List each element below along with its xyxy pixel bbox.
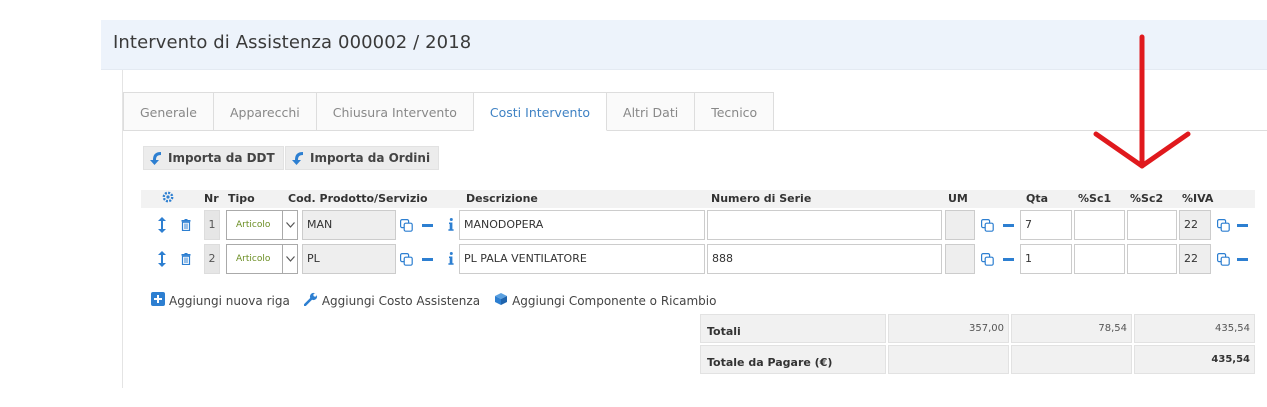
col-sc1: %Sc1 [1078, 192, 1112, 205]
import-orders-label: Importa da Ordini [310, 151, 431, 165]
copy-icon[interactable] [1217, 253, 1230, 266]
chevron-down-icon [282, 245, 297, 273]
col-um: UM [948, 192, 968, 205]
trash-icon[interactable] [181, 219, 191, 231]
col-iva: %IVA [1182, 192, 1214, 205]
col-qta: Qta [1026, 192, 1049, 205]
minus-icon[interactable] [1003, 258, 1014, 261]
pay-label: Totale da Pagare (€) [700, 345, 886, 374]
col-sc2: %Sc2 [1130, 192, 1164, 205]
add-component-label: Aggiungi Componente o Ricambio [512, 293, 717, 308]
totals-panel: Totali 357,00 78,54 435,54 Totale da Pag… [700, 314, 1255, 376]
minus-icon[interactable] [422, 224, 433, 227]
wrench-icon [303, 292, 318, 309]
col-numero-serie: Numero di Serie [711, 192, 812, 205]
iva-field[interactable]: 22 [1179, 210, 1211, 240]
table-row: 1 Articolo MAN MANODOPERA 7 22 [141, 210, 1255, 242]
row-nr: 2 [204, 244, 220, 274]
tab-altri-dati[interactable]: Altri Dati [607, 92, 696, 131]
copy-icon[interactable] [400, 219, 413, 232]
numero-serie-field[interactable]: 888 [707, 244, 942, 274]
tab-tecnico[interactable]: Tecnico [695, 92, 775, 131]
import-ddt-button[interactable]: Importa da DDT [143, 146, 284, 170]
totals-label: Totali [700, 314, 886, 343]
col-nr: Nr [204, 192, 219, 205]
pay-empty-2 [1011, 345, 1132, 374]
um-field[interactable] [945, 244, 975, 274]
minus-icon[interactable] [1237, 224, 1248, 227]
col-tipo: Tipo [228, 192, 255, 205]
add-row-label: Aggiungi nuova riga [169, 293, 290, 308]
copy-icon[interactable] [1217, 219, 1230, 232]
import-ddt-label: Importa da DDT [168, 151, 275, 165]
info-icon[interactable] [448, 218, 454, 231]
totals-iva: 78,54 [1011, 314, 1132, 343]
qta-field[interactable]: 7 [1020, 210, 1072, 240]
tipo-select-value: Articolo [236, 220, 271, 230]
tab-chiusura-intervento[interactable]: Chiusura Intervento [316, 92, 474, 131]
trash-icon[interactable] [181, 253, 191, 265]
pay-row: Totale da Pagare (€) 435,54 [700, 345, 1255, 376]
minus-icon[interactable] [1003, 224, 1014, 227]
tab-bar: Generale Apparecchi Chiusura Intervento … [123, 92, 775, 131]
updown-arrow-icon[interactable] [158, 251, 166, 267]
tab-costi-intervento[interactable]: Costi Intervento [473, 92, 608, 131]
tab-apparecchi[interactable]: Apparecchi [213, 92, 317, 131]
page-title: Intervento di Assistenza 000002 / 2018 [113, 32, 472, 53]
pay-value: 435,54 [1134, 345, 1255, 374]
curved-arrow-icon [291, 150, 305, 166]
sc2-field[interactable] [1127, 244, 1177, 274]
codice-field[interactable]: MAN [302, 210, 396, 240]
codice-field[interactable]: PL [302, 244, 396, 274]
add-service-cost-link[interactable]: Aggiungi Costo Assistenza [303, 292, 481, 309]
descrizione-field[interactable]: PL PALA VENTILATORE [459, 244, 705, 274]
copy-icon[interactable] [400, 253, 413, 266]
copy-icon[interactable] [981, 219, 994, 232]
sc2-field[interactable] [1127, 210, 1177, 240]
numero-serie-field[interactable] [707, 210, 942, 240]
minus-icon[interactable] [1237, 258, 1248, 261]
tab-generale[interactable]: Generale [123, 92, 214, 131]
box-icon [494, 292, 508, 309]
totals-totale: 435,54 [1134, 314, 1255, 343]
um-field[interactable] [945, 210, 975, 240]
tipo-select[interactable]: Articolo [226, 244, 298, 274]
curved-arrow-icon [149, 150, 163, 166]
chevron-down-icon [282, 211, 297, 239]
import-orders-button[interactable]: Importa da Ordini [285, 146, 440, 170]
sc1-field[interactable] [1074, 244, 1125, 274]
table-row: 2 Articolo PL PL PALA VENTILATORE 888 1 … [141, 244, 1255, 276]
pay-empty-1 [888, 345, 1009, 374]
updown-arrow-icon[interactable] [158, 217, 166, 233]
col-codice: Cod. Prodotto/Servizio [288, 192, 428, 205]
add-row-link[interactable]: Aggiungi nuova riga [151, 292, 290, 309]
gear-icon[interactable] [162, 191, 174, 203]
plus-square-icon [151, 292, 165, 309]
totals-row: Totali 357,00 78,54 435,54 [700, 314, 1255, 345]
tipo-select-value: Articolo [236, 254, 271, 264]
add-service-cost-label: Aggiungi Costo Assistenza [321, 293, 481, 308]
costs-grid: Nr Tipo Cod. Prodotto/Servizio Descrizio… [141, 190, 1255, 274]
sc1-field[interactable] [1074, 210, 1125, 240]
add-component-link[interactable]: Aggiungi Componente o Ricambio [494, 292, 716, 309]
info-icon[interactable] [448, 252, 454, 265]
add-actions: Aggiungi nuova riga Aggiungi Costo Assis… [151, 292, 716, 309]
tipo-select[interactable]: Articolo [226, 210, 298, 240]
minus-icon[interactable] [422, 258, 433, 261]
iva-field[interactable]: 22 [1179, 244, 1211, 274]
descrizione-field[interactable]: MANODOPERA [459, 210, 705, 240]
qta-field[interactable]: 1 [1020, 244, 1072, 274]
col-descrizione: Descrizione [466, 192, 538, 205]
row-nr: 1 [204, 210, 220, 240]
totals-imponibile: 357,00 [888, 314, 1009, 343]
red-down-arrow-icon [1093, 34, 1191, 169]
copy-icon[interactable] [981, 253, 994, 266]
grid-header: Nr Tipo Cod. Prodotto/Servizio Descrizio… [141, 190, 1255, 208]
